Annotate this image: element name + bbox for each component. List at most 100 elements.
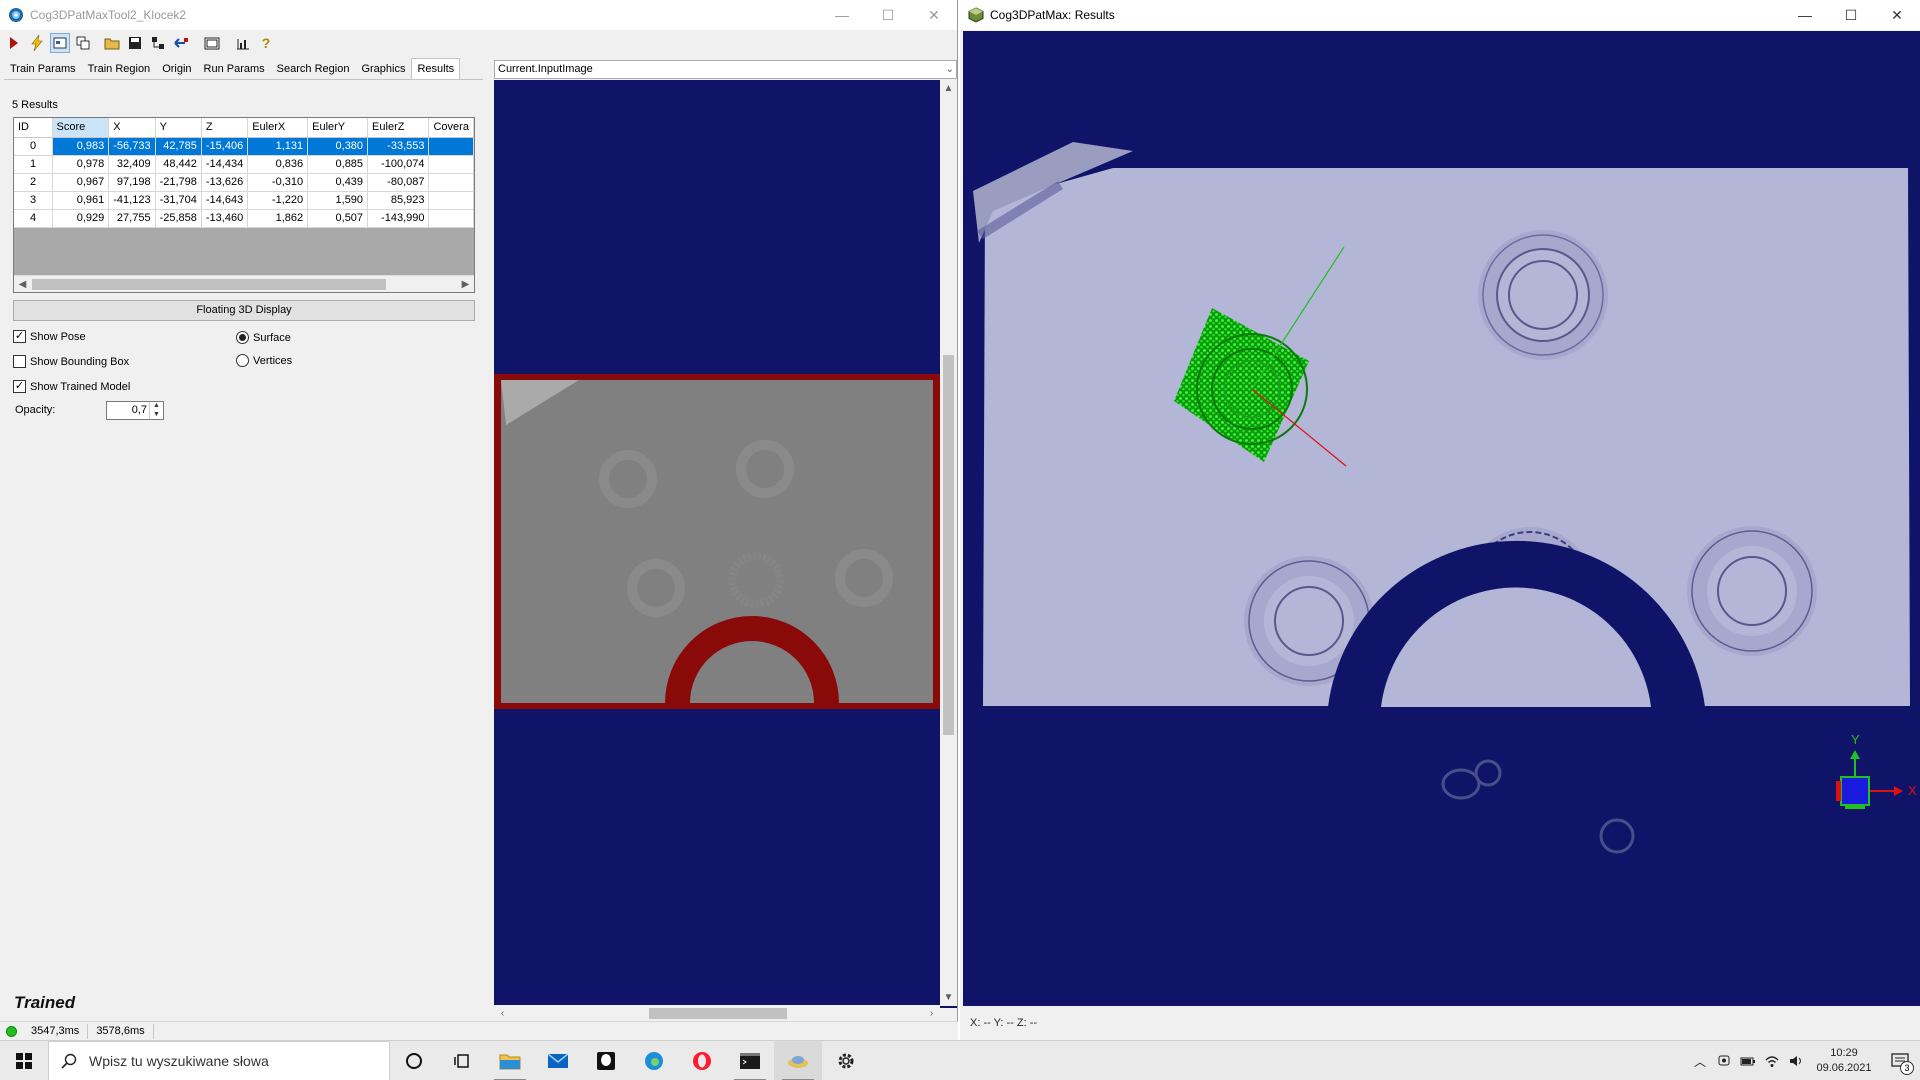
image-selector-dropdown[interactable]: Current.InputImage ⌄ — [494, 60, 957, 79]
table-cell-x[interactable]: 27,755 — [108, 209, 156, 228]
table-cell-id[interactable]: 2 — [14, 173, 53, 192]
tab-results[interactable]: Results — [411, 58, 461, 80]
tab-graphics[interactable]: Graphics — [355, 58, 411, 79]
settings-icon[interactable] — [822, 1041, 870, 1080]
table-cell-y[interactable]: -21,798 — [155, 173, 202, 192]
spin-down-icon[interactable]: ▼ — [150, 411, 163, 420]
column-header-covera[interactable]: Covera — [428, 118, 474, 138]
table-cell-eulerx[interactable]: 1,862 — [247, 209, 309, 228]
image-icon[interactable] — [50, 33, 70, 53]
opera-icon[interactable] — [678, 1041, 726, 1080]
table-cell-z[interactable]: -14,434 — [201, 155, 249, 174]
cognex-icon[interactable] — [774, 1040, 822, 1080]
table-cell-covera[interactable] — [428, 137, 474, 156]
chevron-up-icon[interactable]: ︿ — [1688, 1041, 1712, 1080]
tree-icon[interactable] — [148, 33, 168, 53]
table-cell-eulerx[interactable]: -1,220 — [247, 191, 309, 210]
table-cell-id[interactable]: 1 — [14, 155, 53, 174]
scroll-up-icon[interactable]: ▲ — [940, 80, 957, 97]
table-row[interactable]: 2 0,967 97,198 -21,798 -13,626 -0,310 0,439 -80… — [14, 173, 474, 192]
display-icon[interactable] — [202, 33, 222, 53]
column-header-z[interactable]: Z — [201, 118, 249, 138]
table-cell-z[interactable]: -15,406 — [201, 137, 249, 156]
scroll-left-icon[interactable]: ◀ — [14, 276, 31, 292]
mail-icon[interactable] — [534, 1041, 582, 1080]
table-row[interactable]: 1 0,978 32,409 48,442 -14,434 0,836 0,885 -100,… — [14, 155, 474, 174]
tool-window-titlebar[interactable]: Cog3DPatMaxTool2_Klocek2 — ☐ ✕ — [0, 0, 957, 30]
3d-results-view[interactable]: Y X — [963, 31, 1920, 1006]
table-cell-y[interactable]: -31,704 — [155, 191, 202, 210]
table-cell-covera[interactable] — [428, 155, 474, 174]
terminal-icon[interactable] — [726, 1041, 774, 1080]
table-cell-eulerz[interactable]: -100,074 — [367, 155, 430, 174]
table-cell-covera[interactable] — [428, 191, 474, 210]
opacity-value[interactable]: 0,7 — [132, 404, 147, 416]
edge-icon[interactable] — [630, 1041, 678, 1080]
table-cell-x[interactable]: 32,409 — [108, 155, 156, 174]
table-cell-score[interactable]: 0,929 — [52, 209, 110, 228]
grid-scroll-thumb[interactable] — [32, 279, 386, 290]
floating-3d-display-button[interactable]: Floating 3D Display — [13, 300, 475, 321]
scroll-right-icon[interactable]: › — [923, 1005, 940, 1022]
table-cell-x[interactable]: 97,198 — [108, 173, 156, 192]
table-cell-z[interactable]: -13,460 — [201, 209, 249, 228]
column-header-eulerx[interactable]: EulerX — [247, 118, 309, 138]
spin-up-icon[interactable]: ▲ — [150, 402, 163, 411]
clock[interactable]: 10:29 09.06.2021 — [1808, 1046, 1880, 1076]
minimize-button[interactable]: — — [819, 0, 865, 30]
windows-start-icon[interactable] — [0, 1041, 48, 1080]
column-header-y[interactable]: Y — [155, 118, 202, 138]
input-image-display[interactable] — [494, 80, 957, 1008]
maximize-button[interactable]: ☐ — [1828, 0, 1874, 30]
tab-train-params[interactable]: Train Params — [4, 58, 82, 79]
table-cell-eulery[interactable]: 0,439 — [307, 173, 369, 192]
table-cell-score[interactable]: 0,983 — [52, 137, 110, 156]
copy-icon[interactable] — [73, 33, 93, 53]
taskbar-search-box[interactable]: Wpisz tu wyszukiwane słowa — [48, 1040, 390, 1080]
alienware-icon[interactable] — [582, 1041, 630, 1080]
close-button[interactable]: ✕ — [1874, 0, 1920, 30]
table-cell-eulerx[interactable]: 1,131 — [247, 137, 309, 156]
chart-icon[interactable] — [233, 33, 253, 53]
table-row[interactable]: 0 0,983 -56,733 42,785 -15,406 1,131 0,380 -33,… — [14, 137, 474, 156]
table-cell-score[interactable]: 0,961 — [52, 191, 110, 210]
battery-icon[interactable] — [1736, 1041, 1760, 1080]
grid-horizontal-scrollbar[interactable]: ◀ ▶ — [14, 275, 474, 292]
table-cell-eulerx[interactable]: 0,836 — [247, 155, 309, 174]
results-grid[interactable]: ID Score X Y Z EulerX EulerY EulerZ Covera 0 0,98… — [13, 117, 475, 293]
show-trained-model-checkbox[interactable]: ✓ Show Trained Model — [13, 380, 130, 393]
table-cell-id[interactable]: 0 — [14, 137, 53, 156]
task-view-icon[interactable] — [438, 1041, 486, 1080]
run-icon[interactable] — [4, 33, 24, 53]
table-cell-eulerz[interactable]: -143,990 — [367, 209, 430, 228]
save-icon[interactable] — [125, 33, 145, 53]
table-cell-eulery[interactable]: 0,507 — [307, 209, 369, 228]
tab-search-region[interactable]: Search Region — [271, 58, 356, 79]
lightning-icon[interactable] — [27, 33, 47, 53]
notification-center-icon[interactable]: 3 — [1880, 1041, 1920, 1080]
image-horizontal-scrollbar[interactable]: ‹ › — [494, 1005, 940, 1022]
scroll-left-icon[interactable]: ‹ — [494, 1005, 511, 1022]
show-bounding-box-checkbox[interactable]: Show Bounding Box — [13, 355, 129, 368]
column-header-id[interactable]: ID — [14, 118, 53, 138]
table-cell-eulerz[interactable]: -80,087 — [367, 173, 430, 192]
table-cell-eulery[interactable]: 0,885 — [307, 155, 369, 174]
table-cell-y[interactable]: -25,858 — [155, 209, 202, 228]
table-cell-covera[interactable] — [428, 209, 474, 228]
table-cell-y[interactable]: 48,442 — [155, 155, 202, 174]
table-cell-covera[interactable] — [428, 173, 474, 192]
scroll-down-icon[interactable]: ▼ — [940, 989, 957, 1006]
table-cell-z[interactable]: -13,626 — [201, 173, 249, 192]
table-row[interactable]: 4 0,929 27,755 -25,858 -13,460 1,862 0,507 -143… — [14, 209, 474, 228]
help-icon[interactable]: ? — [256, 33, 276, 53]
wifi-icon[interactable] — [1760, 1041, 1784, 1080]
results-table[interactable]: ID Score X Y Z EulerX EulerY EulerZ Covera 0 0,98… — [14, 118, 474, 228]
image-vertical-scrollbar[interactable]: ▲ ▼ — [940, 80, 957, 1006]
table-cell-eulery[interactable]: 1,590 — [307, 191, 369, 210]
table-cell-score[interactable]: 0,967 — [52, 173, 110, 192]
tab-train-region[interactable]: Train Region — [82, 58, 157, 79]
surface-radio[interactable]: Surface — [236, 331, 291, 344]
table-cell-eulerz[interactable]: 85,923 — [367, 191, 430, 210]
webcam-icon[interactable] — [1712, 1041, 1736, 1080]
column-header-score[interactable]: Score — [52, 118, 110, 138]
